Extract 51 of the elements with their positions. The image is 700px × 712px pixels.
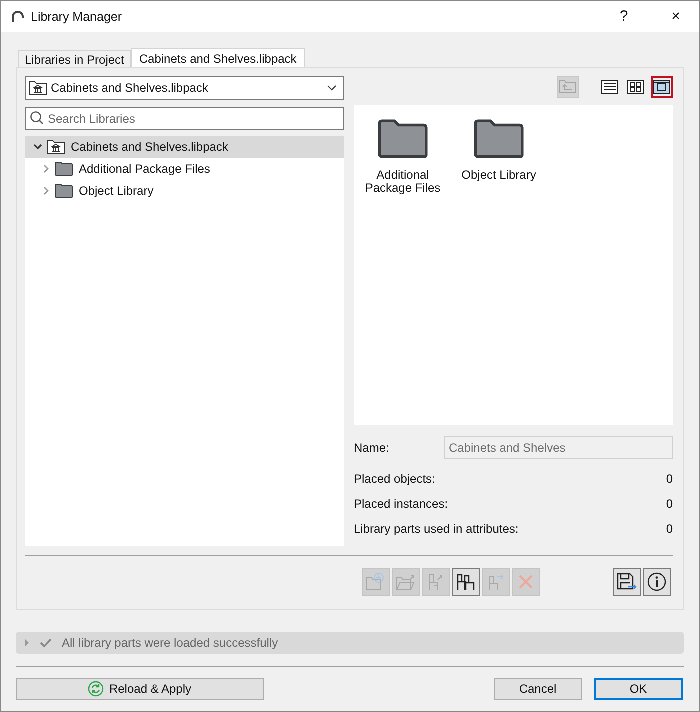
reload-button[interactable]: Reload & Apply <box>16 678 264 700</box>
tree-item[interactable]: Additional Package Files <box>25 158 344 180</box>
grid-view-icon <box>627 79 645 95</box>
library-icon <box>46 139 66 155</box>
tree-item[interactable]: Object Library <box>25 180 344 202</box>
list-view-icon <box>601 79 619 95</box>
app-icon <box>11 10 25 24</box>
check-icon <box>40 638 52 648</box>
chevron-right-icon[interactable] <box>41 164 51 174</box>
save-icon <box>616 572 638 592</box>
stat-label: Placed instances: <box>354 496 448 510</box>
stat-value: 0 <box>666 496 673 510</box>
search-icon <box>30 111 44 125</box>
cancel-button[interactable]: Cancel <box>494 678 582 700</box>
stat-label: Library parts used in attributes: <box>354 522 519 536</box>
tree-item-label: Additional Package Files <box>79 162 210 176</box>
close-button[interactable]: × <box>653 1 699 32</box>
library-dropdown[interactable]: Cabinets and Shelves.libpack <box>25 76 344 100</box>
folder-label: Object Library <box>462 169 536 182</box>
preview-view-icon <box>653 79 671 95</box>
folder-icon <box>54 183 74 199</box>
folder-up-icon <box>559 80 577 94</box>
tree-item[interactable]: Cabinets and Shelves.libpack <box>25 136 344 158</box>
stat-value: 0 <box>666 522 673 536</box>
triangle-right-icon[interactable] <box>24 639 30 647</box>
tree-item-label: Cabinets and Shelves.libpack <box>71 140 228 154</box>
chevron-down-icon[interactable] <box>33 142 43 152</box>
toolbar-button[interactable] <box>643 568 671 596</box>
search-field[interactable]: Search Libraries <box>25 107 344 130</box>
info-icon <box>647 572 667 592</box>
window-title: Library Manager <box>31 10 124 24</box>
tab[interactable]: Libraries in Project <box>18 50 132 69</box>
tab[interactable]: Cabinets and Shelves.libpack <box>131 48 305 69</box>
view-button[interactable] <box>651 76 673 98</box>
name-label: Name: <box>354 440 390 454</box>
toolbar-button[interactable] <box>613 568 641 596</box>
stat-label: Placed objects: <box>354 472 436 486</box>
chairs-icon <box>455 572 477 592</box>
library-icon <box>28 80 48 96</box>
toolbar-button[interactable] <box>452 568 480 596</box>
tree-item-label: Object Library <box>79 184 154 198</box>
folder-plus-icon <box>365 572 387 592</box>
folder-icon <box>54 161 74 177</box>
stat-value: 0 <box>666 472 673 486</box>
chevron-down-icon <box>327 85 337 91</box>
status-message: All library parts were loaded successfully <box>62 636 278 650</box>
ok-button[interactable]: OK <box>594 678 683 700</box>
folder-label: Additional Package Files <box>364 169 442 195</box>
chevron-right-icon[interactable] <box>41 186 51 196</box>
refresh-icon <box>88 681 104 697</box>
help-button[interactable]: ? <box>601 1 647 32</box>
